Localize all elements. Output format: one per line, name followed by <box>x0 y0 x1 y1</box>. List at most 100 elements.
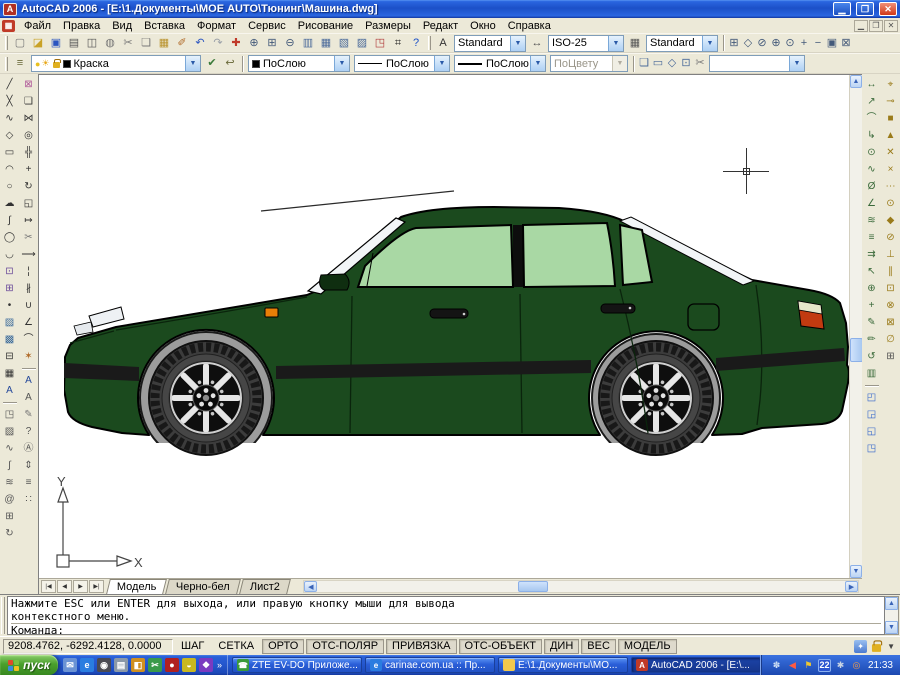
justify-text-button[interactable]: ≡ <box>20 474 38 491</box>
viewport-scale-combo[interactable]: ▼ <box>709 55 805 72</box>
angular-dimension-button[interactable]: ∠ <box>863 195 881 212</box>
mirror-button[interactable]: ⋈ <box>20 110 38 127</box>
quick-launch-2-icon[interactable]: e <box>80 658 94 672</box>
quick-launch-overflow-icon[interactable]: » <box>217 660 222 670</box>
layer-combo[interactable]: ● ☀ Краска ▼ <box>31 55 201 72</box>
lineweight-combo[interactable]: ПоСлою ▼ <box>454 55 546 72</box>
snap-from-button[interactable]: ⊸ <box>882 93 900 110</box>
next-tab-button[interactable]: ▶ <box>73 580 88 593</box>
make-objects-layer-current-button[interactable]: ✔ <box>203 55 221 73</box>
mdi-minimize-button[interactable]: ▁ <box>854 20 868 32</box>
fillet-button[interactable]: ⌒ <box>20 331 38 348</box>
toolbar-lock-icon[interactable] <box>872 644 881 652</box>
edit-text-button[interactable]: ✎ <box>20 406 38 423</box>
taskbar-task-folder[interactable]: E:\1.Документы\МО... <box>498 657 628 673</box>
osnap-settings-button[interactable]: ⊞ <box>882 348 900 365</box>
scroll-down-icon[interactable]: ▼ <box>850 565 862 578</box>
tray-icon-1[interactable]: ✽ <box>770 659 783 672</box>
stretch-button[interactable]: ↦ <box>20 212 38 229</box>
help-button[interactable]: ? <box>407 34 425 52</box>
communication-center-icon[interactable]: ✦ <box>854 640 867 653</box>
status-grid-toggle[interactable]: СЕТКА <box>212 639 260 654</box>
dim-style-combo[interactable]: ISO-25 ▼ <box>548 35 624 52</box>
menu-Редакт[interactable]: Редакт <box>417 18 464 33</box>
plot-preview-button[interactable]: ◫ <box>83 34 101 52</box>
status-ortho-toggle[interactable]: ОРТО <box>262 639 304 654</box>
status-polar-toggle[interactable]: ОТС-ПОЛЯР <box>306 639 384 654</box>
make-block-button[interactable]: ⊞ <box>1 280 19 297</box>
start-button[interactable]: пуск <box>0 655 58 675</box>
snap-center-button[interactable]: ⊙ <box>882 195 900 212</box>
qnew-button[interactable]: ▢ <box>11 34 29 52</box>
zoom-object-button[interactable]: ⊙ <box>783 34 797 52</box>
gradient-button[interactable]: ▩ <box>1 331 19 348</box>
text-style-manager-button[interactable]: Ⓐ <box>20 440 38 457</box>
status-otrack-toggle[interactable]: ОТС-ОБЪЕКТ <box>459 639 542 654</box>
snap-midpoint-button[interactable]: ▲ <box>882 127 900 144</box>
bring-above-objects-button[interactable]: ◱ <box>863 423 881 440</box>
snap-nearest-button[interactable]: ⊠ <box>882 314 900 331</box>
mtext-button[interactable]: A <box>20 372 38 389</box>
block-attribute-manager-button[interactable]: ⊞ <box>1 508 19 525</box>
cut-button[interactable]: ✂ <box>119 34 137 52</box>
menu-Правка[interactable]: Правка <box>57 18 106 33</box>
quick-launch-7-icon[interactable]: ● <box>165 658 179 672</box>
scroll-down-icon[interactable]: ▼ <box>885 621 898 634</box>
command-text-area[interactable]: Нажмите ESC или ENTER для выхода, или пр… <box>7 596 885 635</box>
jogged-dimension-button[interactable]: ∿ <box>863 161 881 178</box>
close-button[interactable]: ✕ <box>879 2 897 16</box>
arc-button[interactable]: ◠ <box>1 161 19 178</box>
dimension-text-edit-button[interactable]: ✏ <box>863 331 881 348</box>
quick-launch-1-icon[interactable]: ✉ <box>63 658 77 672</box>
command-scrollbar[interactable]: ▲ ▼ <box>885 596 899 635</box>
copy-object-button[interactable]: ❏ <box>20 93 38 110</box>
designcenter-button[interactable]: ▦ <box>317 34 335 52</box>
circle-button[interactable]: ○ <box>1 178 19 195</box>
menu-Справка[interactable]: Справка <box>502 18 557 33</box>
menu-Файл[interactable]: Файл <box>18 18 57 33</box>
zoom-out-button[interactable]: − <box>811 34 825 52</box>
draworder-button[interactable]: ◳ <box>1 406 19 423</box>
single-line-text-button[interactable]: A <box>20 389 38 406</box>
scale-text-button[interactable]: ⇕ <box>20 457 38 474</box>
snap-endpoint-button[interactable]: ■ <box>882 110 900 127</box>
linear-dimension-button[interactable]: ↔ <box>863 76 881 93</box>
join-button[interactable]: ∪ <box>20 297 38 314</box>
break-at-point-button[interactable]: ¦ <box>20 263 38 280</box>
undo-button[interactable]: ↶ <box>191 34 209 52</box>
table-button[interactable]: ▦ <box>1 365 19 382</box>
snap-perpendicular-button[interactable]: ⊥ <box>882 246 900 263</box>
spline-button[interactable]: ∫ <box>1 212 19 229</box>
properties-palette-button[interactable]: ▥ <box>299 34 317 52</box>
dimension-style-button[interactable]: ▥ <box>863 365 881 382</box>
drawing-canvas[interactable]: Y X ▲ ▼ <box>39 75 862 578</box>
find-replace-button[interactable]: ? <box>20 423 38 440</box>
scroll-right-icon[interactable]: ▶ <box>845 581 858 592</box>
chamfer-button[interactable]: ∠ <box>20 314 38 331</box>
scale-button[interactable]: ◱ <box>20 195 38 212</box>
clip-existing-viewport-button[interactable]: ✂ <box>693 55 707 73</box>
command-window-grip[interactable] <box>1 597 5 634</box>
copy-button[interactable]: ❏ <box>137 34 155 52</box>
point-button[interactable]: • <box>1 297 19 314</box>
toolbar-grip[interactable] <box>5 57 8 71</box>
zoom-in-button[interactable]: + <box>797 34 811 52</box>
status-snap-toggle[interactable]: ШАГ <box>175 639 210 654</box>
erase-button[interactable]: ⊠ <box>20 76 38 93</box>
menu-Рисование[interactable]: Рисование <box>292 18 359 33</box>
horizontal-scrollbar[interactable]: ◀ ▶ <box>303 580 859 593</box>
match-properties-button[interactable]: ✐ <box>173 34 191 52</box>
zoom-all-button[interactable]: ▣ <box>825 34 839 52</box>
dimension-update-button[interactable]: ↺ <box>863 348 881 365</box>
toolbar-grip[interactable] <box>5 36 8 50</box>
plot-button[interactable]: ▤ <box>65 34 83 52</box>
edit-attribute-button[interactable]: @ <box>1 491 19 508</box>
quick-launch-8-icon[interactable]: ◒ <box>182 658 196 672</box>
status-lwt-toggle[interactable]: ВЕС <box>581 639 616 654</box>
menu-Вставка[interactable]: Вставка <box>138 18 191 33</box>
polygon-button[interactable]: ◇ <box>1 127 19 144</box>
command-prompt[interactable]: Команда: <box>11 624 881 635</box>
tool-palettes-button[interactable]: ▧ <box>335 34 353 52</box>
hatch-button[interactable]: ▨ <box>1 314 19 331</box>
move-button[interactable]: + <box>20 161 38 178</box>
